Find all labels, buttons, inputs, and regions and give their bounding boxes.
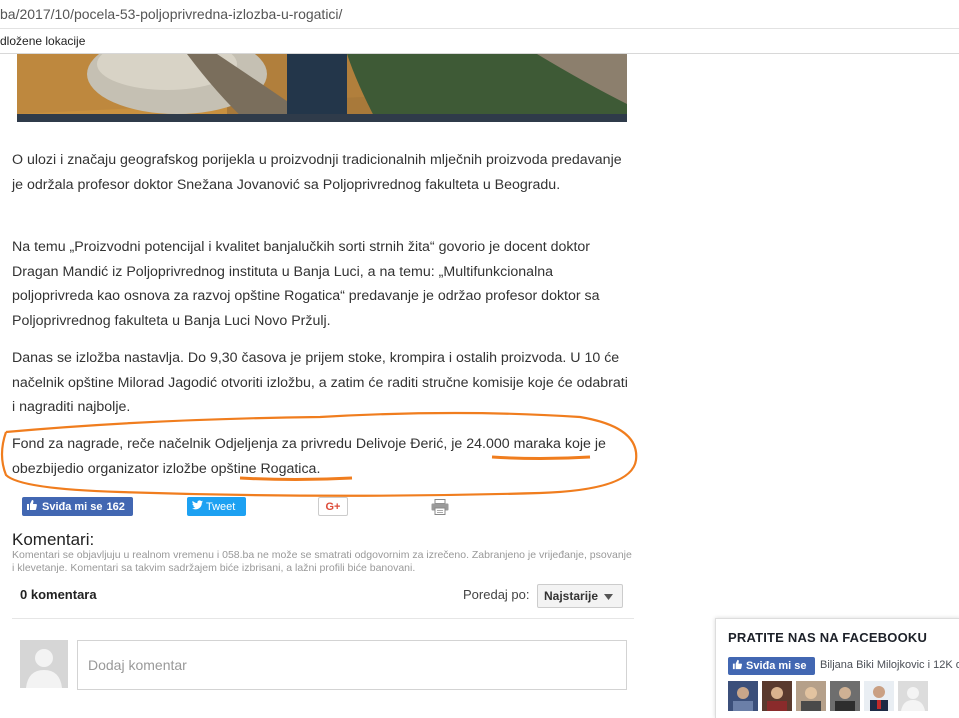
friend-avatar[interactable] [864,681,894,711]
facebook-widget-title: PRATITE NAS NA FACEBOOKU [728,630,928,645]
facebook-widget-like-button[interactable]: Sviđa mi se [728,657,815,675]
url-text[interactable]: ba/2017/10/pocela-53-poljoprivredna-izlo… [0,6,342,22]
user-avatar [20,640,68,688]
comments-title: Komentari: [12,530,95,549]
friend-avatar[interactable] [830,681,860,711]
caret-down-icon [604,589,614,603]
tweet-button[interactable]: Tweet [187,497,246,516]
print-button[interactable] [431,499,449,515]
fond-organizer: opštine Rogatica [210,460,317,477]
fond-text-part: Fond za nagrade, reče načelnik Odjeljenj… [12,436,467,452]
article-photo [17,54,627,122]
google-plus-icon: G+ [325,500,341,513]
address-bar[interactable]: ba/2017/10/pocela-53-poljoprivredna-izlo… [0,0,959,29]
comment-count: 0 komentara [20,587,97,602]
comment-input[interactable]: Dodaj komentar [77,640,627,690]
google-plus-button[interactable]: G+ [318,497,348,516]
thumbs-up-icon [732,659,743,673]
bookmarks-bar: dložene lokacije [0,29,959,54]
twitter-bird-icon [192,500,203,513]
friend-avatar[interactable] [898,681,928,711]
sort-label: Poredaj po: [463,587,530,602]
friend-avatar[interactable] [728,681,758,711]
sort-dropdown[interactable]: Najstarije [537,584,623,608]
like-label: Sviđa mi se [746,660,807,672]
thumbs-up-icon [26,499,38,514]
friend-avatar[interactable] [762,681,792,711]
bookmark-item[interactable]: dložene lokacije [0,34,85,48]
friend-faces [728,681,928,711]
fond-text-part: . [316,460,321,477]
like-count: 162 [106,500,125,513]
facebook-widget: PRATITE NAS NA FACEBOOKU Sviđa mi se Bil… [715,618,959,718]
fond-amount: 24.000 maraka [466,436,561,452]
friend-avatar[interactable] [796,681,826,711]
friends-like-text: Biljana Biki Milojkovic i 12K o [820,659,959,671]
divider [12,618,634,619]
printer-icon [431,499,449,515]
like-label: Sviđa mi se [42,500,103,513]
default-user-icon [20,640,68,688]
article-paragraph: Na temu „Proizvodni potencijal i kvalite… [12,239,600,329]
facebook-like-button[interactable]: Sviđa mi se 162 [22,497,133,516]
article-paragraph: O ulozi i značaju geografskog porijekla … [12,152,622,193]
fond-paragraph: Fond za nagrade, reče načelnik Odjeljenj… [12,432,637,481]
article-paragraph: Danas se izložba nastavlja. Do 9,30 časo… [12,350,628,415]
comments-disclaimer: Komentari se objavljuju u realnom vremen… [12,549,632,574]
sort-value: Najstarije [544,589,599,603]
tweet-label: Tweet [206,500,236,513]
